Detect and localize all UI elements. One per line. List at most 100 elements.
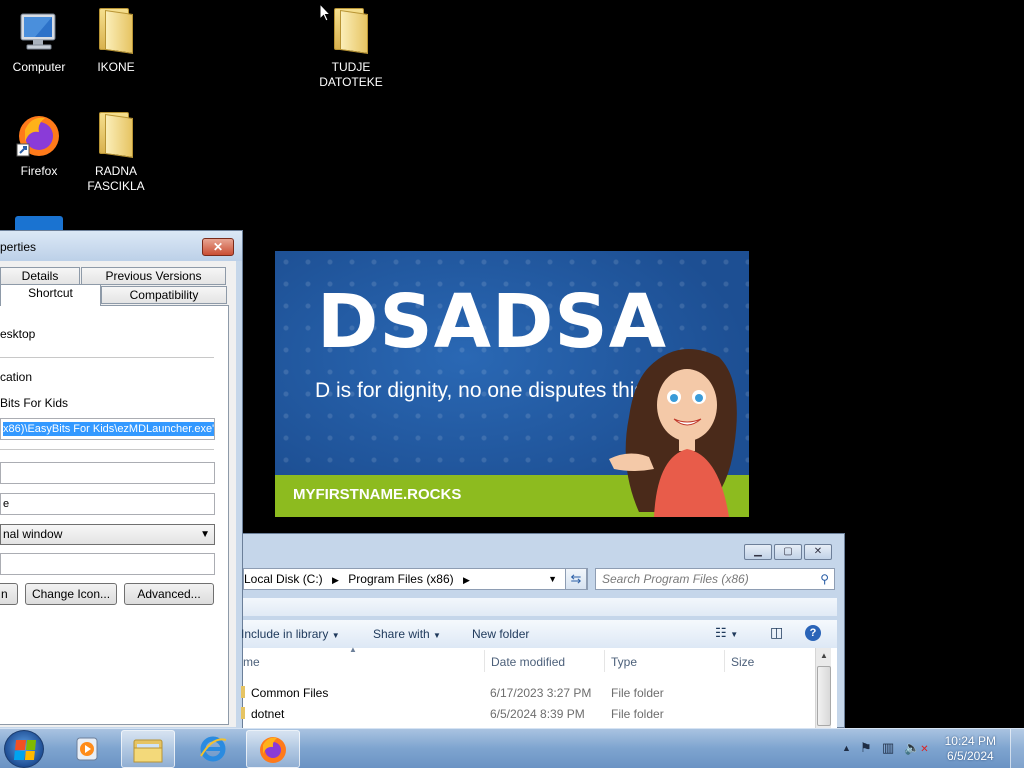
table-row[interactable]: dotnet 6/5/2024 8:39 PM File folder — [241, 704, 813, 724]
shortcut-key-input[interactable]: e — [0, 493, 215, 515]
run-select-value: nal window — [3, 527, 63, 541]
clock-date: 6/5/2024 — [946, 749, 994, 763]
firefox-icon — [15, 112, 63, 160]
table-row[interactable]: Common Files 6/17/2023 3:27 PM File fold… — [241, 683, 813, 703]
include-in-library-button[interactable]: Include in library ▼ — [241, 627, 340, 641]
system-tray: ▲ ⚑ ▥ 🔈✕ 10:24 PM 6/5/2024 — [834, 729, 1024, 768]
scroll-thumb[interactable] — [817, 666, 831, 726]
breadcrumb-program-files[interactable]: Program Files (x86) — [348, 569, 453, 589]
banner-footer-text: MYFIRSTNAME.ROCKS — [293, 486, 462, 503]
preview-pane-icon[interactable]: ◫ — [770, 624, 783, 641]
minimize-button[interactable]: ▁ — [744, 544, 772, 560]
cartoon-girl-illustration — [609, 349, 737, 517]
scroll-up-icon[interactable]: ▲ — [816, 648, 832, 664]
taskbar-explorer[interactable] — [121, 730, 175, 768]
folder-icon — [327, 8, 375, 56]
advanced-button[interactable]: Advanced... — [124, 583, 214, 605]
menu-bar — [243, 598, 837, 616]
taskbar-media-player[interactable] — [60, 730, 114, 768]
tab-details[interactable]: Details — [0, 267, 80, 285]
folder-icon — [92, 8, 140, 56]
computer-icon — [15, 8, 63, 56]
windows-logo-icon — [13, 740, 37, 760]
properties-dialog: perties ✕ Details Previous Versions Comp… — [0, 230, 243, 761]
run-select[interactable]: nal window ▼ — [0, 524, 215, 545]
chevron-right-icon[interactable]: ▶ — [332, 575, 339, 585]
new-folder-button[interactable]: New folder — [472, 627, 529, 641]
refresh-button[interactable]: ⇆ — [565, 568, 587, 590]
desktop-icon-label: RADNA FASCIKLA — [87, 164, 145, 193]
file-date: 6/17/2023 3:27 PM — [490, 686, 592, 700]
comment-input[interactable] — [0, 553, 215, 575]
help-icon[interactable]: ? — [805, 625, 821, 641]
file-name: Common Files — [251, 686, 329, 700]
file-date: 6/5/2024 8:39 PM — [490, 707, 585, 721]
internet-explorer-icon — [200, 736, 227, 762]
column-header-size[interactable]: Size — [731, 655, 754, 669]
target-input[interactable]: x86)\EasyBits For Kids\ezMDLauncher.exe" — [0, 418, 215, 440]
chevron-right-icon[interactable]: ▶ — [463, 575, 470, 585]
desktop-icon-radna-fascikla[interactable]: RADNA FASCIKLA — [78, 112, 154, 194]
chevron-down-icon: ▼ — [433, 631, 441, 640]
close-button[interactable]: ✕ — [202, 238, 234, 256]
open-file-location-button[interactable]: n — [0, 583, 18, 605]
folder-icon — [241, 686, 245, 698]
file-name: dotnet — [251, 707, 285, 721]
taskbar: ▲ ⚑ ▥ 🔈✕ 10:24 PM 6/5/2024 — [0, 728, 1024, 768]
folder-icon — [92, 112, 140, 160]
address-dropdown-icon[interactable]: ▼ — [548, 569, 557, 589]
file-list: ▲ me Date modified Type Size Common File… — [241, 645, 837, 728]
file-type: File folder — [611, 686, 664, 700]
view-options-icon[interactable]: ☷ ▼ — [715, 625, 738, 641]
refresh-icon: ⇆ — [570, 571, 582, 586]
banner-image: DSADSA D is for dignity, no one disputes… — [275, 251, 749, 517]
share-with-button[interactable]: Share with ▼ — [373, 627, 441, 641]
tab-compatibility[interactable]: Compatibility — [101, 286, 227, 304]
volume-muted-icon[interactable]: 🔈✕ — [904, 740, 929, 756]
tab-previous-versions[interactable]: Previous Versions — [81, 267, 226, 285]
clock[interactable]: 10:24 PM 6/5/2024 — [945, 734, 996, 764]
desktop-icon-ikone[interactable]: IKONE — [78, 8, 154, 75]
desktop-icon-label: Firefox — [20, 164, 58, 178]
search-input[interactable]: Search Program Files (x86) ⚲ — [595, 568, 835, 590]
close-button[interactable]: ✕ — [804, 544, 832, 560]
divider — [484, 650, 485, 672]
clock-time: 10:24 PM — [944, 734, 996, 748]
network-icon[interactable]: ▥ — [882, 740, 894, 756]
show-hidden-icons-icon[interactable]: ▲ — [842, 743, 851, 753]
desktop-icon-computer[interactable]: Computer — [1, 8, 77, 75]
maximize-button[interactable]: ▢ — [774, 544, 802, 560]
action-center-flag-icon[interactable]: ⚑ — [860, 740, 872, 756]
sort-arrow-icon: ▲ — [349, 645, 357, 654]
vertical-scrollbar[interactable]: ▲ — [815, 648, 831, 728]
mouse-cursor-icon — [319, 3, 331, 22]
firefox-icon — [260, 737, 286, 763]
chevron-down-icon: ▼ — [331, 631, 340, 640]
dialog-title: perties — [0, 240, 37, 254]
breadcrumb-local-disk[interactable]: Local Disk (C:) — [244, 569, 323, 589]
dialog-titlebar[interactable]: perties ✕ — [0, 231, 242, 261]
show-desktop-button[interactable] — [1010, 729, 1024, 768]
desktop-icon-label: TUDJE DATOTEKE — [319, 60, 383, 89]
column-header-type[interactable]: Type — [611, 655, 637, 669]
target-location-value: Bits For Kids — [0, 396, 69, 410]
start-in-input[interactable] — [0, 462, 215, 484]
address-bar[interactable]: Local Disk (C:) ▶ Program Files (x86) ▶ … — [243, 568, 588, 590]
column-header-name[interactable]: me — [243, 655, 260, 669]
tab-shortcut[interactable]: Shortcut — [0, 284, 101, 306]
desktop-icon-label: IKONE — [97, 60, 135, 74]
taskbar-internet-explorer[interactable] — [186, 730, 240, 768]
target-location-label: cation — [0, 370, 33, 384]
start-button[interactable] — [4, 730, 44, 768]
chevron-down-icon: ▼ — [200, 529, 210, 540]
divider — [724, 650, 725, 672]
taskbar-firefox[interactable] — [246, 730, 300, 768]
desktop-icon-firefox[interactable]: Firefox — [1, 112, 77, 179]
target-type-value: esktop — [0, 327, 36, 341]
include-in-library-label: Include in library — [241, 627, 329, 641]
column-header-date-modified[interactable]: Date modified — [491, 655, 565, 669]
dialog-body: Details Previous Versions Compatibility … — [0, 261, 236, 761]
change-icon-button[interactable]: Change Icon... — [25, 583, 117, 605]
desktop-icon-partial[interactable] — [15, 216, 63, 230]
search-icon[interactable]: ⚲ — [820, 569, 829, 589]
